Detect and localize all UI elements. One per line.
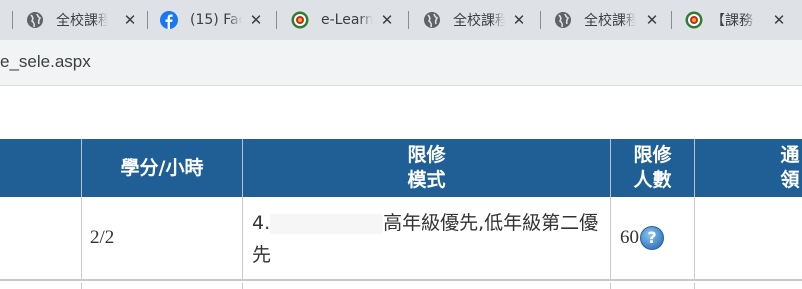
mode-cell: 4. 高年級優先,低年級第二優先 <box>243 197 610 279</box>
address-bar[interactable]: e_sele.aspx <box>0 40 802 86</box>
facebook-icon <box>160 11 178 29</box>
globe-icon <box>423 11 441 29</box>
header-quota-line1: 限修 <box>633 144 672 166</box>
header-quota: 限修 人數 <box>611 139 694 197</box>
quota-value: 60 <box>620 227 639 248</box>
table-header: 學分/小時 限修 模式 限修 人數 通 領 <box>0 139 802 197</box>
browser-tab-2[interactable]: (15) Facebook ✕ <box>160 0 280 40</box>
tab-separator <box>671 11 672 29</box>
tab-separator <box>12 11 13 29</box>
browser-tabstrip: 全校課程 ✕ (15) Facebook ✕ e-Learning ✕ 全校課程… <box>0 0 802 40</box>
browser-tab-3[interactable]: e-Learning ✕ <box>291 0 411 40</box>
column-divider <box>242 197 243 281</box>
browser-tab-5[interactable]: 全校課程 ✕ <box>554 0 674 40</box>
tab-separator <box>147 11 148 29</box>
header-next: 通 領 <box>695 139 802 197</box>
close-icon[interactable]: ✕ <box>644 12 660 28</box>
tab-title: 全校課程 <box>584 10 636 30</box>
browser-tab-1[interactable]: 全校課程 ✕ <box>26 0 146 40</box>
elearn-icon <box>291 11 309 29</box>
tab-separator <box>276 11 277 29</box>
tab-title: e-Learning <box>321 12 373 28</box>
close-icon[interactable]: ✕ <box>379 12 395 28</box>
column-divider <box>81 139 82 197</box>
header-credit-hours: 學分/小時 <box>82 139 242 197</box>
close-icon[interactable]: ✕ <box>122 12 138 28</box>
quota-cell: 60 ? <box>611 197 694 279</box>
header-next-line1: 通 <box>780 144 800 166</box>
globe-icon <box>26 11 44 29</box>
column-divider <box>694 139 695 197</box>
column-divider <box>81 283 82 289</box>
column-divider <box>610 139 611 197</box>
header-quota-line2: 人數 <box>633 169 672 191</box>
table-row: 2/2 4. 高年級優先,低年級第二優先 60 ? <box>0 197 802 281</box>
tab-title: 全校課程 <box>453 10 505 30</box>
credit-hours-cell: 2/2 <box>90 227 115 248</box>
header-mode-line1: 限修 <box>407 144 446 166</box>
browser-tab-6[interactable]: 【課務 ✕ <box>685 0 802 40</box>
column-divider <box>610 283 611 289</box>
page-content: 學分/小時 限修 模式 限修 人數 通 領 2/2 4. 高年級優先,低年級第二優… <box>0 87 802 289</box>
close-icon[interactable]: ✕ <box>248 12 264 28</box>
globe-icon <box>554 11 572 29</box>
question-help-icon[interactable]: ? <box>640 226 664 250</box>
column-divider <box>242 139 243 197</box>
close-icon[interactable]: ✕ <box>511 12 527 28</box>
tab-title: 【課務 <box>711 10 757 30</box>
elearn-icon <box>685 11 703 29</box>
browser-tab-4[interactable]: 全校課程 ✕ <box>423 0 543 40</box>
tab-title: 全校課程 <box>56 10 108 30</box>
column-divider <box>242 283 243 289</box>
header-mode-line2: 模式 <box>407 169 446 191</box>
column-divider <box>694 283 695 289</box>
url-text[interactable]: e_sele.aspx <box>0 52 91 72</box>
column-divider <box>81 197 82 281</box>
column-divider <box>694 197 695 281</box>
tab-separator <box>540 11 541 29</box>
table-row <box>0 283 802 289</box>
header-credit-hours-label: 學分/小時 <box>120 156 204 179</box>
tab-separator <box>408 11 409 29</box>
header-mode: 限修 模式 <box>243 139 610 197</box>
tab-title: (15) Facebook <box>190 12 242 28</box>
redacted-region <box>270 213 384 234</box>
column-divider <box>610 197 611 281</box>
header-next-line2: 領 <box>780 169 800 191</box>
close-icon[interactable]: ✕ <box>771 12 787 28</box>
mode-prefix: 4. <box>252 212 271 234</box>
